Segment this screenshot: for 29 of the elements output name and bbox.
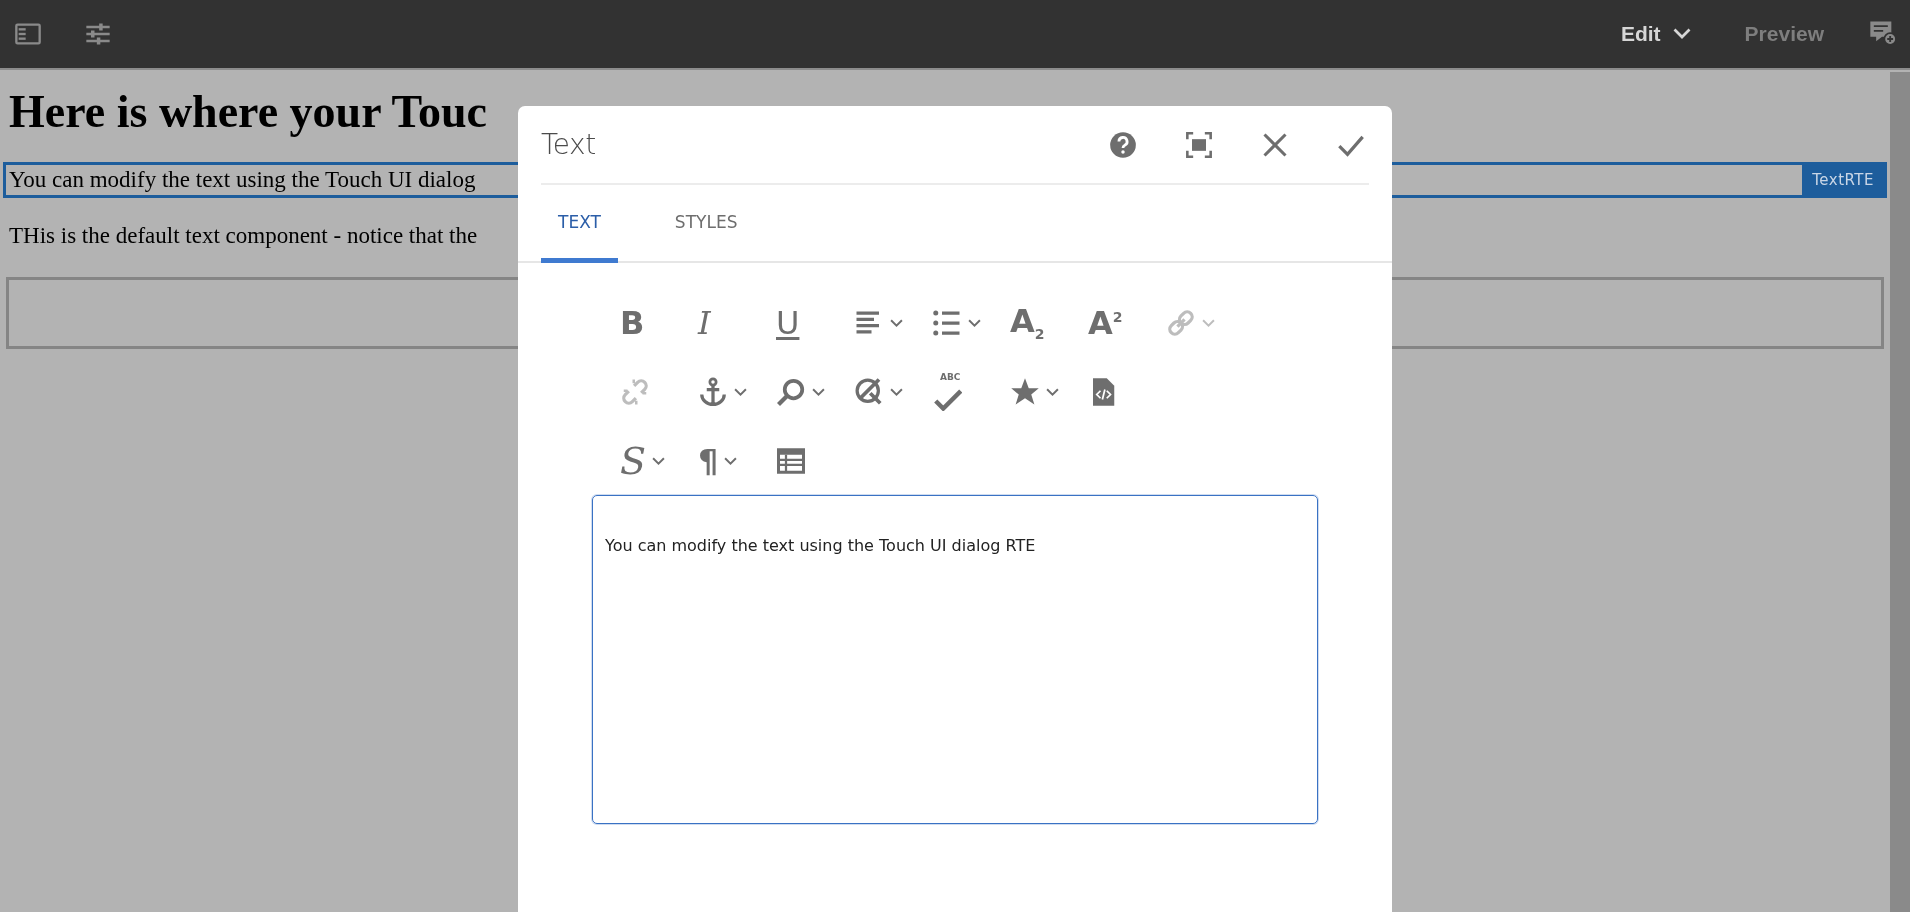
- anchor-icon: [698, 377, 728, 407]
- tab[interactable]: TEXT: [541, 185, 618, 263]
- subscript-button[interactable]: A$_{2}$: [1004, 303, 1082, 343]
- scrollbar[interactable]: [1890, 72, 1910, 912]
- mode-dropdown[interactable]: Edit: [1610, 16, 1701, 52]
- italic-button[interactable]: I: [692, 303, 770, 343]
- list-icon: [932, 308, 962, 338]
- underline-button[interactable]: U: [770, 303, 848, 343]
- styles-button[interactable]: S: [614, 441, 692, 481]
- no-edit-icon: [854, 377, 884, 407]
- find-icon: [776, 377, 806, 407]
- spellcheck-button[interactable]: ABC: [926, 372, 1004, 412]
- page-heading: Here is where your Touc: [9, 86, 488, 139]
- link-icon: [1166, 308, 1196, 338]
- mode-button[interactable]: Preview: [1734, 16, 1834, 52]
- unlink-icon: [620, 377, 650, 407]
- help-icon: [1109, 130, 1137, 159]
- star-icon: [1010, 377, 1040, 407]
- component-label: TextRTE: [1802, 164, 1884, 195]
- dialog-title: Text: [541, 128, 597, 161]
- rich-text-editor[interactable]: You can modify the text using the Touch UI dialog RTE: [592, 495, 1318, 824]
- fullscreen-icon: [1185, 130, 1213, 159]
- table-icon: [776, 446, 806, 476]
- bold-button[interactable]: B: [614, 303, 692, 343]
- editor-text: You can modify the text using the Touch UI dialog RTE: [605, 536, 1036, 555]
- paragraph: You can modify the text using the Touch UI dialog: [9, 166, 476, 193]
- paragraph-button[interactable]: ¶: [692, 441, 770, 481]
- close-icon: [1261, 130, 1289, 159]
- superscript-button[interactable]: A$^{2}$: [1082, 303, 1160, 343]
